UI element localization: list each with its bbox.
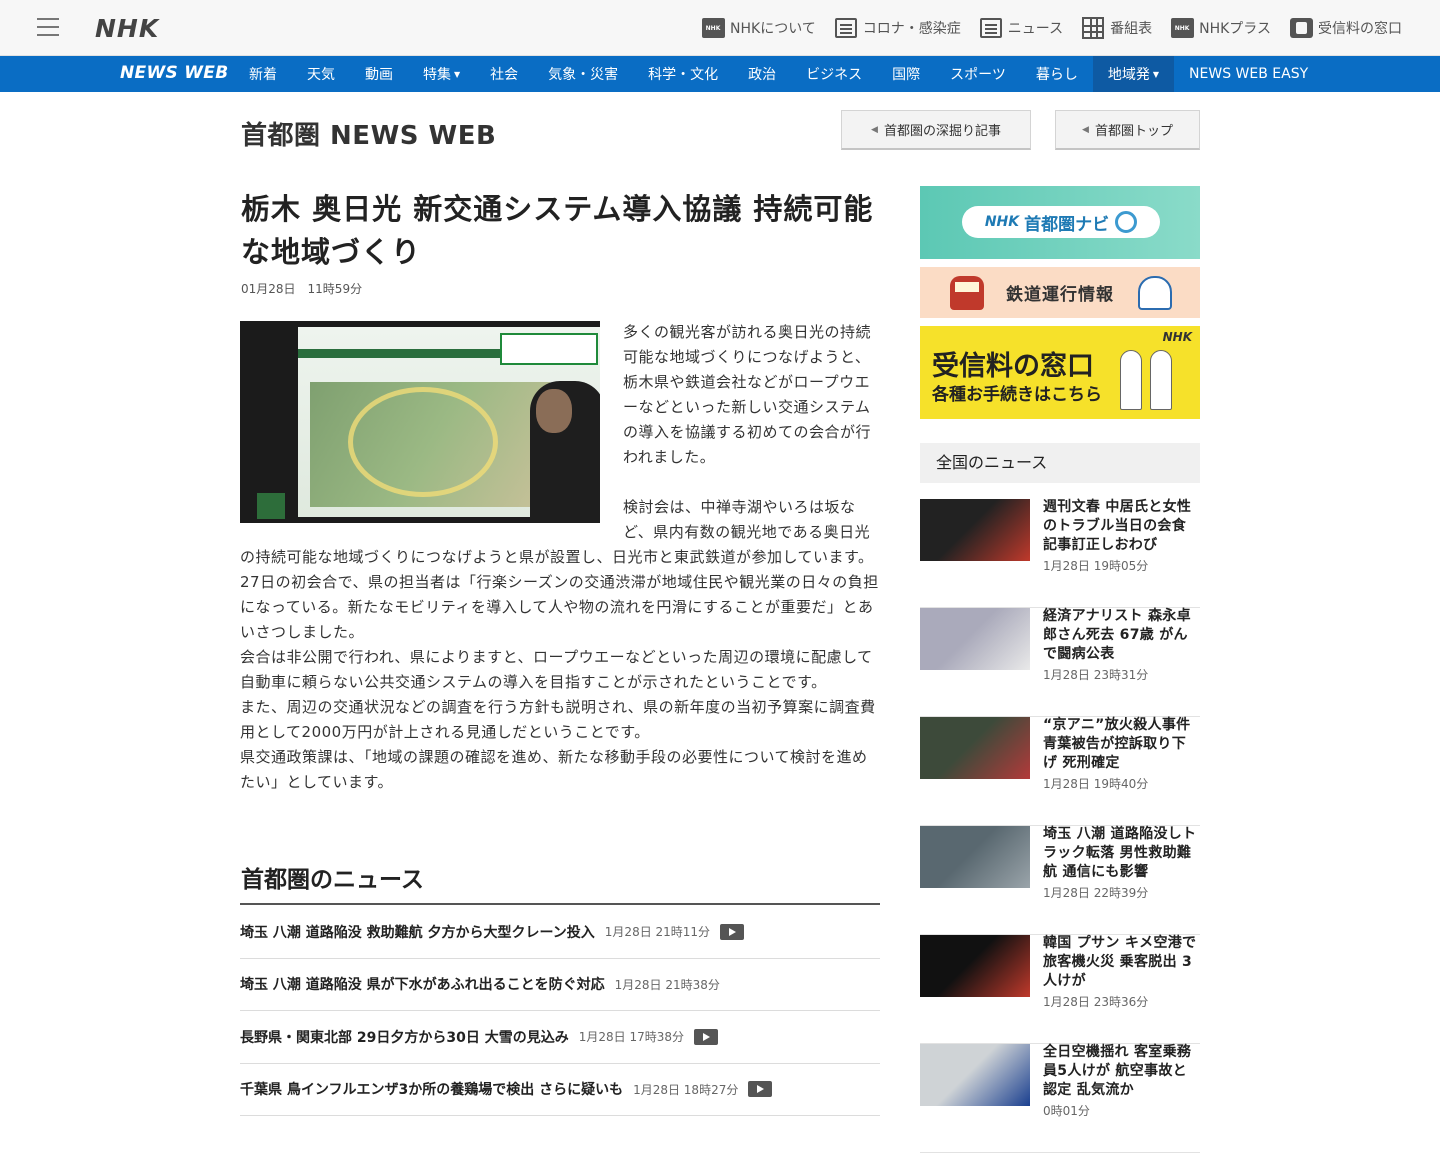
news-date: 0時01分	[1043, 1104, 1090, 1118]
article-date: 01月28日 11時59分	[241, 282, 363, 296]
national-news-item[interactable]: 埼玉 八潮 道路陥没しトラック転落 男性救助難航 通信にも影響 1月28日 22時…	[920, 826, 1200, 935]
link-nhk-plus[interactable]: NHK NHKプラス	[1170, 15, 1271, 41]
top-links: NHK NHKについて コロナ・感染症 ニュース 番組表 NHK NHKプラス 受信…	[683, 15, 1402, 41]
video-play-icon	[748, 1081, 773, 1098]
national-news-list: 週刊文春 中居氏と女性のトラブル当日の会食 記事訂正しおわび 1月28日 19時0…	[920, 499, 1200, 1153]
triangle-left-icon: ◀	[1082, 124, 1089, 135]
news-thumbnail	[920, 608, 1030, 670]
link-license-fee[interactable]: 受信料の窓口	[1289, 15, 1402, 41]
news-thumbnail	[920, 1044, 1030, 1106]
nav-item-disaster[interactable]: 気象・災害	[533, 56, 633, 92]
news-date: 1月28日 19時40分	[1043, 777, 1149, 791]
national-news-item[interactable]: “京アニ”放火殺人事件 青葉被告が控訴取り下げ 死刑確定 1月28日 19時40分	[920, 717, 1200, 826]
nav-item-easy[interactable]: NEWS WEB EASY	[1174, 56, 1323, 92]
news-title: 週刊文春 中居氏と女性のトラブル当日の会食 記事訂正しおわび	[1043, 499, 1192, 553]
license-fee-icon	[1289, 17, 1313, 39]
nhk-logo[interactable]: NHK	[95, 14, 159, 43]
link-corona[interactable]: コロナ・感染症	[834, 15, 961, 41]
link-news[interactable]: ニュース	[979, 15, 1063, 41]
nav-item-society[interactable]: 社会	[475, 56, 533, 92]
news-title: 韓国 プサン キメ空港で旅客機火災 乗客脱出 3人けが	[1043, 935, 1197, 989]
link-program-guide[interactable]: 番組表	[1081, 15, 1152, 41]
train-info-banner[interactable]: 鉄道運行情報	[920, 267, 1200, 318]
news-thumbnail	[920, 826, 1030, 888]
link-nhk-about[interactable]: NHK NHKについて	[701, 15, 816, 41]
article-body: 多くの観光客が訪れる奥日光の持続可能な地域づくりにつなげようと、栃木県や鉄道会社…	[240, 320, 880, 795]
compass-icon	[1115, 211, 1138, 233]
metro-navi-banner[interactable]: NHK 首都圏ナビ	[920, 186, 1200, 259]
nav-item-politics[interactable]: 政治	[733, 56, 791, 92]
national-news-item[interactable]: 韓国 プサン キメ空港で旅客機火災 乗客脱出 3人けが 1月28日 23時36分	[920, 935, 1200, 1044]
news-date: 1月28日 23時36分	[1043, 995, 1149, 1009]
nav-item-new[interactable]: 新着	[234, 56, 292, 92]
video-play-icon	[693, 1028, 718, 1045]
page-title[interactable]: 首都圏 NEWS WEB	[241, 115, 496, 152]
main-nav: NEWS WEB 新着 天気 動画 特集 ▼ 社会 気象・災害 科学・文化 政治 …	[0, 56, 1440, 92]
staff-illustration	[1120, 350, 1142, 410]
nav-item-science[interactable]: 科学・文化	[633, 56, 733, 92]
list-item[interactable]: 埼玉 八潮 道路陥没 救助難航 夕方から大型クレーン投入 1月28日 21時11分	[240, 906, 880, 959]
news-date: 1月28日 19時05分	[1043, 559, 1149, 573]
train-icon	[950, 276, 984, 310]
license-fee-banner[interactable]: NHK 受信料の窓口 各種お手続きはこちら	[920, 326, 1200, 419]
news-title: 埼玉 八潮 道路陥没しトラック転落 男性救助難航 通信にも影響	[1043, 826, 1197, 880]
news-icon	[979, 17, 1003, 39]
nhk-plus-icon: NHK	[1170, 17, 1194, 39]
article-paragraph: 会合は非公開で行われ、県によりますと、ロープウエーなどといった周辺の環境に配慮し…	[240, 648, 873, 691]
nav-item-weather[interactable]: 天気	[292, 56, 350, 92]
article-paragraph: 県交通政策課は、「地域の課題の確認を進め、新たな移動手段の必要性について検討を進…	[240, 748, 868, 791]
metro-news-title: 首都圏のニュース	[241, 867, 424, 893]
nav-item-life[interactable]: 暮らし	[1021, 56, 1093, 92]
video-play-icon	[720, 923, 745, 940]
nav-item-regional[interactable]: 地域発 ▼	[1092, 56, 1175, 92]
article-paragraph: また、周辺の交通状況などの調査を行う方針も説明され、県の新年度の当初予算案に調査…	[240, 698, 876, 741]
caret-down-icon: ▼	[454, 69, 461, 79]
national-news-item[interactable]: 全日空機揺れ 客室乗務員5人けが 航空事故と認定 乱気流か 0時01分	[920, 1044, 1200, 1153]
menu-icon[interactable]	[37, 17, 59, 37]
triangle-left-icon: ◀	[871, 124, 878, 135]
staff-illustration	[1150, 350, 1172, 410]
nav-item-business[interactable]: ビジネス	[791, 56, 877, 92]
caret-down-icon: ▼	[1152, 69, 1160, 79]
program-guide-icon	[1081, 17, 1105, 39]
news-thumbnail	[920, 935, 1030, 997]
news-title: “京アニ”放火殺人事件 青葉被告が控訴取り下げ 死刑確定	[1043, 717, 1191, 771]
divider	[240, 903, 880, 905]
news-date: 1月28日 22時39分	[1043, 886, 1149, 900]
nhk-about-icon: NHK	[701, 17, 725, 39]
list-item[interactable]: 千葉県 鳥インフルエンザ3か所の養鶏場で検出 さらに疑いも 1月28日 18時27…	[240, 1064, 880, 1116]
national-news-item[interactable]: 経済アナリスト 森永卓郎さん死去 67歳 がんで闘病公表 1月28日 23時31分	[920, 608, 1200, 717]
nav-item-international[interactable]: 国際	[877, 56, 935, 92]
metro-top-button[interactable]: ◀ 首都圏トップ	[1055, 110, 1200, 150]
national-news-title: 全国のニュース	[920, 443, 1200, 483]
list-item[interactable]: 長野県・関東北部 29日夕方から30日 大雪の見込み 1月28日 17時38分	[240, 1011, 880, 1064]
top-header: NHK NHK NHKについて コロナ・感染症 ニュース 番組表 NHK NHKプラ…	[0, 0, 1440, 56]
bullet-train-icon	[1138, 276, 1172, 310]
corona-icon	[834, 17, 858, 39]
news-thumbnail	[920, 499, 1030, 561]
news-date: 1月28日 23時31分	[1043, 668, 1149, 682]
metro-news-list: 埼玉 八潮 道路陥没 救助難航 夕方から大型クレーン投入 1月28日 21時11分…	[240, 906, 880, 1116]
article-headline: 栃木 奥日光 新交通システム導入協議 持続可能な地域づくり	[241, 192, 874, 269]
nav-item-features[interactable]: 特集 ▼	[408, 56, 475, 92]
nav-item-video[interactable]: 動画	[350, 56, 408, 92]
national-news-item[interactable]: 週刊文春 中居氏と女性のトラブル当日の会食 記事訂正しおわび 1月28日 19時0…	[920, 499, 1200, 608]
news-title: 全日空機揺れ 客室乗務員5人けが 航空事故と認定 乱気流か	[1043, 1044, 1192, 1098]
article-paragraph: 27日の初会合で、県の担当者は「行楽シーズンの交通渋滞が地域住民や観光業の日々の…	[240, 573, 879, 641]
nav-item-sports[interactable]: スポーツ	[935, 56, 1021, 92]
news-title: 経済アナリスト 森永卓郎さん死去 67歳 がんで闘病公表	[1043, 608, 1191, 662]
list-item[interactable]: 埼玉 八潮 道路陥没 県が下水があふれ出ることを防ぐ対応 1月28日 21時38分	[240, 959, 880, 1011]
news-thumbnail	[920, 717, 1030, 779]
news-web-logo[interactable]: NEWS WEB	[120, 63, 228, 83]
deep-dive-button[interactable]: ◀ 首都圏の深掘り記事	[841, 110, 1031, 150]
